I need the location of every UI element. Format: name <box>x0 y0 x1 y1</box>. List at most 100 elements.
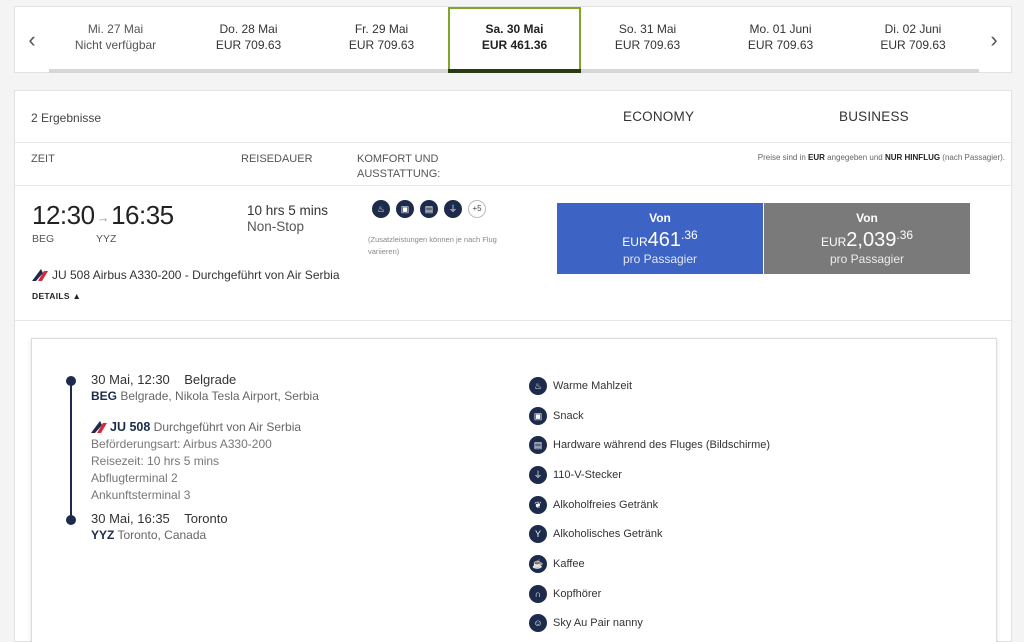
date-label: Do. 28 Mai <box>219 22 278 36</box>
departure-when: 30 Mai, 12:30 <box>91 372 170 387</box>
fare-main: 2,039 <box>846 229 897 251</box>
amenity-label: Kaffee <box>553 557 585 570</box>
fare-currency: EUR <box>622 235 648 249</box>
flight-result-row: 12:30 →16:35 BEG YYZ 10 hrs 5 mins Non-Sto… <box>15 186 1011 321</box>
date-selector: ‹ Mi. 27 Mai Nicht verfügbar Do. 28 Mai … <box>14 6 1012 73</box>
results-header: 2 Ergebnisse ECONOMY BUSINESS <box>15 91 1011 143</box>
amenity-label: Alkoholisches Getränk <box>553 528 663 541</box>
date-underbar <box>448 69 581 73</box>
snack-icon: ▣ <box>396 200 414 218</box>
departure-airport-code: BEG <box>91 389 118 403</box>
aircraft-type: Beförderungsart: Airbus A330-200 <box>91 437 272 451</box>
date-option[interactable]: Mo. 01 Juni EUR 709.63 <box>714 7 847 73</box>
arrow-right-icon: → <box>96 209 110 225</box>
date-underbar <box>182 69 315 73</box>
fare-amount: EUR2,039.36 <box>764 225 970 252</box>
date-label: Fr. 29 Mai <box>354 22 409 36</box>
arrival-code: YYZ <box>96 233 117 245</box>
date-option[interactable]: Di. 02 Juni EUR 709.63 <box>847 7 979 73</box>
amenity-item: ☕ Kaffee <box>529 549 770 579</box>
fare-from: Von <box>649 211 671 225</box>
date-price: EUR 709.63 <box>614 38 681 52</box>
col-comfort: KOMFORT UND AUSSTATTUNG: <box>357 152 440 182</box>
arrival-airport-code: YYZ <box>91 528 115 542</box>
amenity-item: ▤ Hardware während des Fluges (Bildschirm… <box>529 430 770 460</box>
more-amenities-badge: +5 <box>468 200 486 218</box>
date-label: Mi. 27 Mai <box>87 22 144 36</box>
amenity-item: ♨ Warme Mahlzeit <box>529 371 770 401</box>
fare-cents: .36 <box>896 228 914 242</box>
results-count: 2 Ergebnisse <box>31 111 102 125</box>
business-fare-button[interactable]: Von EUR2,039.36 pro Passagier <box>764 203 970 274</box>
date-label: Di. 02 Juni <box>884 22 942 36</box>
air-serbia-logo-icon <box>32 269 48 281</box>
amenity-icons: ♨ ▣ ▤ ⏚ +5 <box>372 200 486 218</box>
amenity-label: 110-V-Stecker <box>553 468 622 481</box>
column-headers: ZEIT REISEDAUER KOMFORT UND AUSSTATTUNG:… <box>15 143 1011 186</box>
economy-header: ECONOMY <box>623 109 695 124</box>
travel-time: Reisezeit: 10 hrs 5 mins <box>91 454 220 468</box>
results-panel: 2 Ergebnisse ECONOMY BUSINESS ZEIT REISE… <box>14 90 1012 642</box>
amenity-label: Alkoholfreies Getränk <box>553 498 659 511</box>
amenity-note: (Zusatzleistungen können je nach Flug va… <box>368 235 497 256</box>
date-option[interactable]: So. 31 Mai EUR 709.63 <box>581 7 714 73</box>
amenity-item: ▣ Snack <box>529 401 770 431</box>
details-toggle[interactable]: DETAILS ▲ <box>32 291 81 301</box>
date-option-selected[interactable]: Sa. 30 Mai EUR 461.36 <box>448 7 581 73</box>
chevron-right-icon[interactable]: › <box>977 7 1011 73</box>
headphones-icon: ∩ <box>529 584 547 603</box>
chevron-left-icon[interactable]: ‹ <box>15 7 49 73</box>
date-option[interactable]: Fr. 29 Mai EUR 709.63 <box>315 7 448 73</box>
flight-times: 12:30 →16:35 <box>32 200 174 231</box>
amenity-item: ❦ Alkoholfreies Getränk <box>529 490 770 520</box>
date-underbar <box>49 69 182 73</box>
amenity-label: Hardware während des Fluges (Bildschirme… <box>553 439 771 452</box>
departure-heading: 30 Mai, 12:30 Belgrade <box>91 372 319 388</box>
hot-meal-icon: ♨ <box>372 200 390 218</box>
fare-per: pro Passagier <box>829 252 905 266</box>
date-label: Mo. 01 Juni <box>749 22 812 36</box>
date-price: EUR 709.63 <box>880 38 946 52</box>
date-price: EUR 709.63 <box>747 38 814 52</box>
amenity-label: Snack <box>553 409 584 422</box>
power-plug-icon: ⏚ <box>529 465 547 484</box>
price-note: Preise sind in EUR angegeben und NUR HIN… <box>758 153 1005 162</box>
arrival-when: 30 Mai, 16:35 <box>91 511 170 526</box>
flight-info-text: JU 508 Airbus A330-200 - Durchgeführt vo… <box>52 268 340 282</box>
timeline-line <box>70 383 72 523</box>
departure-terminal: Abflugterminal 2 <box>91 471 178 485</box>
fare-from: Von <box>856 211 878 225</box>
operated-by: Durchgeführt von Air Serbia <box>150 420 302 434</box>
flight-detail-heading: JU 508 Durchgeführt von Air Serbia <box>91 419 301 436</box>
amenity-item: ⏚ 110-V-Stecker <box>529 460 770 490</box>
air-serbia-logo-icon <box>91 421 107 433</box>
hot-meal-icon: ♨ <box>529 376 547 395</box>
flight-number: JU 508 <box>110 420 151 434</box>
date-option: Mi. 27 Mai Nicht verfügbar <box>49 7 182 73</box>
arrival-time: 16:35 <box>111 200 174 230</box>
flight-details-panel: 30 Mai, 12:30 Belgrade BEG Belgrade, Nik… <box>31 338 997 642</box>
coffee-icon: ☕ <box>529 554 547 573</box>
departure-airport: BEG Belgrade, Nikola Tesla Airport, Serb… <box>91 388 319 404</box>
amenity-label: Sky Au Pair nanny <box>553 617 643 630</box>
date-price: EUR 709.63 <box>348 38 415 52</box>
date-underbar <box>714 69 847 73</box>
airport-codes: BEG YYZ <box>32 233 160 245</box>
amenity-list: ♨ Warme Mahlzeit ▣ Snack ▤ Hardware während… <box>529 371 770 638</box>
departure-code: BEG <box>32 233 55 245</box>
col-time: ZEIT <box>31 153 55 165</box>
amenity-item: ☺ Sky Au Pair nanny <box>529 609 770 639</box>
soft-drink-icon: ❦ <box>529 495 547 514</box>
stops-label: Non-Stop <box>247 219 305 234</box>
snack-icon: ▣ <box>529 406 547 425</box>
date-option[interactable]: Do. 28 Mai EUR 709.63 <box>182 7 315 73</box>
economy-fare-button[interactable]: Von EUR461.36 pro Passagier <box>557 203 763 274</box>
departure-segment: 30 Mai, 12:30 Belgrade BEG Belgrade, Nik… <box>91 372 319 404</box>
arrival-airport-name: Toronto, Canada <box>114 528 207 542</box>
flight-duration: 10 hrs 5 mins Non-Stop <box>247 203 328 235</box>
flight-info: JU 508 Airbus A330-200 - Durchgeführt vo… <box>32 267 340 282</box>
date-label: Sa. 30 Mai <box>485 22 544 36</box>
col-duration: REISEDAUER <box>241 153 313 165</box>
business-header: BUSINESS <box>839 109 909 124</box>
power-plug-icon: ⏚ <box>444 200 462 218</box>
